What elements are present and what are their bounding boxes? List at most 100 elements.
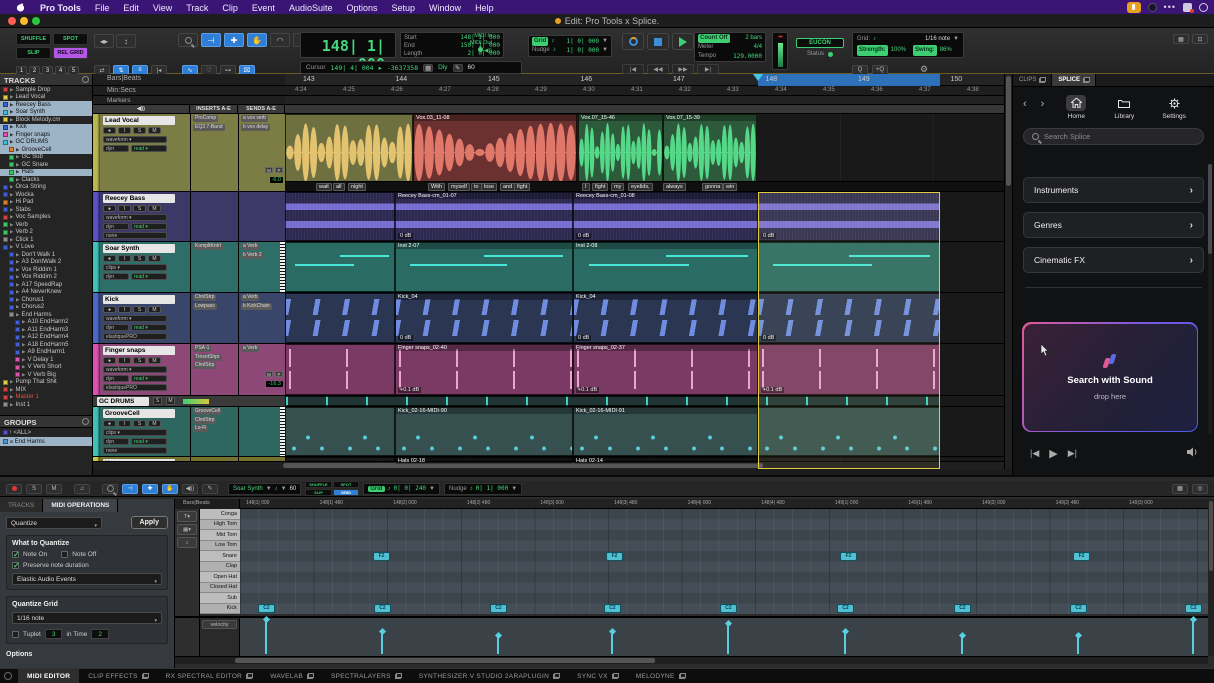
category-genres[interactable]: Genres›	[1023, 212, 1204, 238]
menu-item-edit[interactable]: Edit	[116, 3, 146, 13]
track-list-item[interactable]: ▶Verb 2	[0, 229, 92, 237]
audio-clip[interactable]	[758, 407, 940, 456]
drum-lane-snare[interactable]: Snare	[200, 551, 240, 562]
input-monitor-button[interactable]: I	[118, 420, 131, 427]
menu-item-options[interactable]: Options	[339, 3, 384, 13]
audio-clip[interactable]	[758, 242, 940, 292]
drum-lane-open-hat[interactable]: Open Hat	[200, 572, 240, 583]
pencil-icon[interactable]: ✎	[453, 64, 463, 72]
lyric-marker[interactable]: to	[471, 183, 482, 191]
solo-button[interactable]: S	[133, 420, 146, 427]
insert-plugin[interactable]: GrooveCell	[193, 408, 222, 415]
timeline-insert-icon[interactable]: ▦	[423, 64, 433, 72]
record-enable-icon[interactable]	[6, 484, 22, 494]
menu-item-setup[interactable]: Setup	[385, 3, 423, 13]
track-view-selector[interactable]: waveform ▾	[103, 315, 167, 322]
menu-item-clip[interactable]: Clip	[215, 3, 245, 13]
splice-home-tab[interactable]: Home	[1066, 95, 1086, 120]
elastic-plugin-selector[interactable]: elastiquePRO	[103, 333, 167, 340]
horizontal-zoom-icon[interactable]: ◂▸	[94, 34, 114, 48]
lyric-marker[interactable]: win	[723, 183, 737, 191]
audio-clip[interactable]	[285, 114, 413, 191]
microphone-icon[interactable]	[1127, 2, 1141, 13]
midi-note-c2[interactable]: C2	[837, 604, 854, 613]
record-arm-button[interactable]: ●	[103, 205, 116, 212]
events-select[interactable]: Elastic Audio Events	[12, 573, 162, 585]
automation-mode-selector[interactable]: read ▾	[131, 273, 167, 280]
menu-item-view[interactable]: View	[146, 3, 179, 13]
midi-horizontal-scrollbar[interactable]	[175, 656, 1208, 664]
send-slot[interactable]: b KickChain	[241, 303, 272, 310]
track-header-gc-drums[interactable]: GC DRUMSSM	[93, 396, 285, 407]
mute-button[interactable]: M	[148, 420, 161, 427]
audio-clip[interactable]	[285, 396, 940, 406]
solo-button[interactable]: S	[133, 306, 146, 313]
track-view-selector[interactable]: clips ▾	[103, 429, 167, 436]
track-list-item[interactable]: ▶Hi Pad	[0, 199, 92, 207]
track-list-item[interactable]: ▶Finger snaps	[0, 131, 92, 139]
track-height-icon[interactable]: T▾	[177, 511, 197, 522]
track-header-finger-snaps[interactable]: Finger snaps●ISMwaveform ▾dynread ▾elast…	[93, 344, 285, 396]
preserve-duration-checkbox[interactable]	[12, 562, 19, 569]
drum-lane-closed-hat[interactable]: Closed Hat	[200, 583, 240, 594]
drum-lane-conga[interactable]: Conga	[200, 509, 240, 520]
midi-edit-mode-grid[interactable]: GRID	[333, 489, 359, 496]
midi-note-f2[interactable]: F2	[840, 552, 857, 561]
track-view-selector[interactable]: clips ▾	[103, 264, 167, 271]
record-arm-button[interactable]: ●	[103, 127, 116, 134]
midi-edit-mode-slip[interactable]: SLIP	[305, 489, 331, 496]
midi-nudge-value[interactable]: Nudge♪ 0| 1| 000▼	[444, 483, 522, 495]
velocity-stem[interactable]	[381, 632, 383, 654]
speaker-tool-icon[interactable]: ◀))	[182, 484, 198, 494]
return-to-zero-button[interactable]: |◀	[622, 64, 644, 74]
panel-tab-clips[interactable]: CLIPS	[1013, 74, 1052, 86]
record-arm-button[interactable]: ●	[103, 420, 116, 427]
edit-mode-shuffle[interactable]: SHUFFLE	[16, 33, 51, 45]
groups-options-icon[interactable]	[82, 418, 89, 425]
play-button[interactable]	[672, 33, 694, 50]
zoom-tool-icon[interactable]	[102, 484, 118, 494]
scrubber-tool-icon[interactable]: ◠	[270, 33, 290, 47]
track-list-item[interactable]: ▶V Verb Big	[0, 371, 92, 379]
bottom-tab-wavelab[interactable]: WAVELAB	[261, 669, 322, 683]
edit-vertical-scrollbar[interactable]	[1004, 74, 1012, 469]
groups-panel-header[interactable]: GROUPS	[0, 416, 92, 428]
operation-select[interactable]: Quantize	[6, 517, 102, 529]
audio-clip[interactable]	[285, 192, 395, 241]
track-list-item[interactable]: ▶Voc Samples	[0, 214, 92, 222]
midi-note-f2[interactable]: F2	[1073, 552, 1090, 561]
lyric-marker[interactable]: myself	[448, 183, 470, 191]
grabber-tool-icon[interactable]: ✋	[162, 484, 178, 494]
send-slot[interactable]: a Verb	[241, 294, 259, 301]
track-name[interactable]: Finger snaps	[103, 346, 175, 355]
track-list-item[interactable]: ▶Hats	[0, 169, 92, 177]
expand-icon[interactable]: ⊡	[1192, 34, 1208, 44]
forward-icon[interactable]: ›	[1041, 98, 1045, 110]
audio-clip[interactable]: Kick_02-16-MIDI-90	[395, 407, 573, 456]
track-list-item[interactable]: ▶Soar Synth	[0, 109, 92, 117]
track-name[interactable]: Lead Vocal	[103, 116, 175, 125]
sends-column-header[interactable]: SENDS A-E	[238, 105, 285, 113]
audio-clip[interactable]: 0 dB	[758, 293, 940, 343]
quantize-input-icon[interactable]: +Q	[872, 65, 888, 75]
input-monitor-button[interactable]: I	[118, 205, 131, 212]
velocity-lane[interactable]	[240, 616, 1208, 656]
track-list-item[interactable]: ▶V Delay 1	[0, 356, 92, 364]
mute-button[interactable]: M	[166, 397, 175, 405]
elastic-plugin-selector[interactable]: none	[103, 447, 167, 454]
mute-icon[interactable]: M	[46, 484, 62, 494]
track-header-kick[interactable]: Kick●ISMwaveform ▾dynread ▾elastiquePROC…	[93, 293, 285, 344]
markers-ruler[interactable]	[285, 96, 1004, 105]
track-list-item[interactable]: ▶Sample Drop	[0, 86, 92, 94]
track-list-item[interactable]: ▶GrooveCell	[0, 146, 92, 154]
velocity-stem[interactable]	[844, 632, 846, 654]
track-list-item[interactable]: ▶Don't Walk 1	[0, 251, 92, 259]
timeline-lane-groovecell[interactable]: Kick_02-16-MIDI-90Kick_02-16-MIDI-91	[285, 407, 1004, 457]
send-slot[interactable]: b Verb 2	[241, 252, 264, 259]
menu-item-track[interactable]: Track	[179, 3, 215, 13]
mute-button[interactable]: M	[148, 255, 161, 262]
track-list-item[interactable]: ▶Lead Vocal	[0, 94, 92, 102]
search-with-sound-dropzone[interactable]: Search with Sound drop here	[1022, 322, 1198, 432]
track-list-item[interactable]: ▶A9 EndHarm1	[0, 349, 92, 357]
velocity-stem[interactable]	[961, 636, 963, 654]
